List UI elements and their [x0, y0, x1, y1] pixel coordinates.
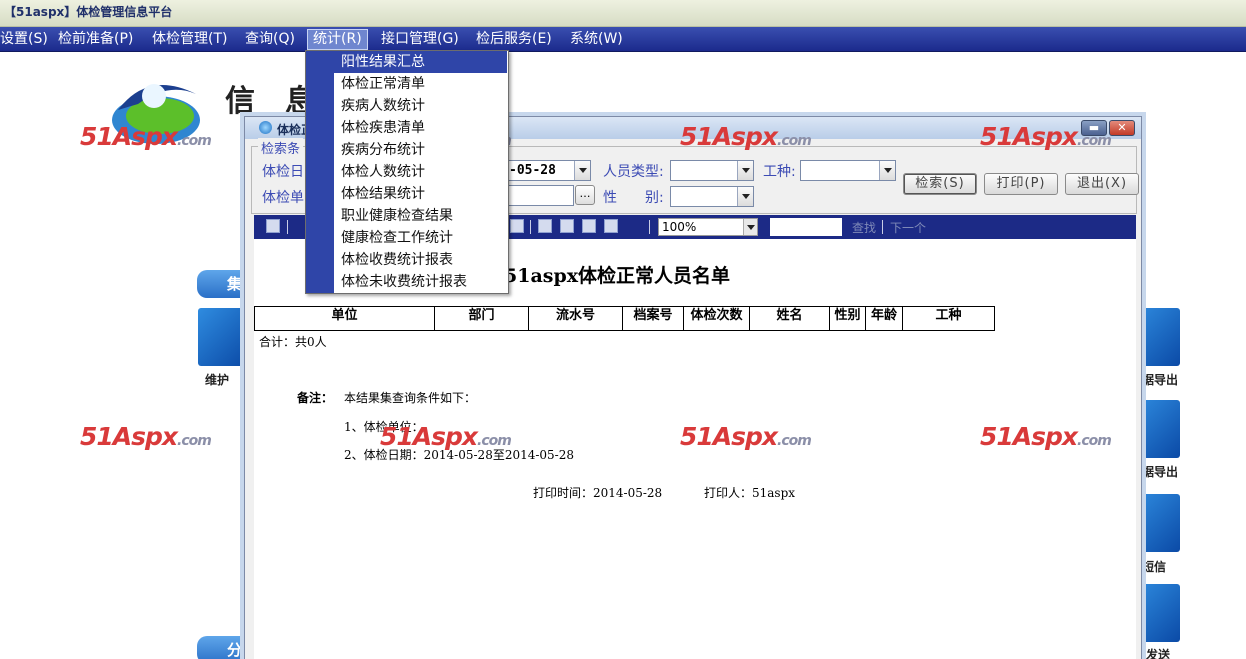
find-input[interactable]: [770, 218, 842, 236]
col-department: 部门: [435, 307, 529, 330]
gender-label: 性 别:: [603, 190, 664, 206]
bg-icon-label-2: 据导出: [1142, 373, 1179, 387]
menu-statistics[interactable]: 统计(R): [307, 29, 368, 50]
toolbar-separator: [287, 220, 288, 234]
app-title: 【51aspx】体检管理信息平台: [4, 5, 173, 19]
criteria-legend: 检索条: [258, 138, 304, 157]
menu-pre-exam[interactable]: 检前准备(P): [53, 29, 138, 50]
col-age: 年龄: [866, 307, 903, 330]
col-file-no: 档案号: [623, 307, 684, 330]
menu-item-exam-result-stats[interactable]: 体检结果统计: [307, 183, 507, 205]
job-type-select[interactable]: [800, 160, 896, 181]
col-gender: 性别: [830, 307, 866, 330]
report-note-text: 本结果集查询条件如下：: [344, 391, 477, 405]
menu-exam-management[interactable]: 体检管理(T): [147, 29, 232, 50]
exam-date-end-picker[interactable]: -05-28: [504, 160, 591, 181]
exam-unit-field[interactable]: [504, 185, 574, 206]
zoom-select[interactable]: 100%: [658, 218, 758, 236]
app-title-bar: 【51aspx】体检管理信息平台: [0, 0, 1246, 27]
col-job-type: 工种: [935, 308, 962, 323]
maintenance-icon[interactable]: [198, 308, 246, 366]
toolbar-separator: [882, 220, 883, 234]
exam-unit-label: 体检单: [262, 190, 304, 206]
bg-tab-2[interactable]: 分: [197, 636, 247, 659]
bg-icon-label-1: 维护: [205, 373, 230, 387]
report-tree-icon[interactable]: [266, 219, 280, 233]
menu-item-disease-list[interactable]: 体检疾患清单: [307, 117, 507, 139]
menu-item-positive-results-summary[interactable]: 阳性结果汇总: [307, 51, 507, 73]
refresh-icon[interactable]: [510, 219, 524, 233]
col-serial-no: 流水号: [529, 307, 623, 330]
bg-icon-label-5: 发送: [1146, 648, 1171, 659]
zoom-value: 100%: [662, 220, 697, 234]
watermark: 51Aspx.com: [80, 122, 212, 151]
page-setup-icon[interactable]: [560, 219, 574, 233]
close-button[interactable]: ✕: [1109, 120, 1135, 136]
watermark: 51Aspx.com: [980, 422, 1112, 451]
unit-browse-button[interactable]: …: [575, 185, 595, 205]
person-type-select[interactable]: [670, 160, 754, 181]
search-button[interactable]: 检索(S): [903, 173, 977, 195]
toolbar-separator: [649, 220, 650, 234]
gender-select[interactable]: [670, 186, 754, 207]
report-note-label: 备注：: [297, 391, 334, 405]
exam-date-end-value: -05-28: [509, 163, 556, 178]
menu-item-exam-count-stats[interactable]: 体检人数统计: [307, 161, 507, 183]
job-type-label: 工种:: [763, 164, 796, 180]
bg-tab-1[interactable]: 集: [197, 270, 247, 298]
watermark: 51Aspx.com: [380, 422, 512, 451]
window-icon: [259, 121, 272, 134]
bg-icon-label-4: 短信: [1142, 560, 1167, 574]
report-printer: 打印人：51aspx: [704, 486, 796, 500]
report-title: 51aspx体检正常人员名单: [504, 265, 731, 287]
menu-bar: 设置(S) 检前准备(P) 体检管理(T) 查询(Q) 统计(R) 接口管理(G…: [0, 27, 1246, 52]
chevron-down-icon[interactable]: [743, 219, 757, 235]
menu-item-disease-count-stats[interactable]: 疾病人数统计: [307, 95, 507, 117]
watermark: 51Aspx.com: [80, 422, 212, 451]
toolbar-separator: [530, 220, 531, 234]
chevron-down-icon[interactable]: [574, 161, 590, 180]
menu-item-disease-distribution[interactable]: 疾病分布统计: [307, 139, 507, 161]
watermark: 51Aspx.com: [980, 122, 1112, 151]
statistics-dropdown-menu: 阳性结果汇总 体检正常清单 疾病人数统计 体检疾患清单 疾病分布统计 体检人数统…: [305, 50, 509, 294]
chevron-down-icon[interactable]: [737, 187, 753, 206]
person-type-label: 人员类型:: [603, 164, 664, 180]
copy-icon[interactable]: [582, 219, 596, 233]
export-icon[interactable]: [604, 219, 618, 233]
menu-query[interactable]: 查询(Q): [240, 29, 300, 50]
col-name: 姓名: [750, 307, 830, 330]
watermark: 51Aspx.com: [680, 422, 812, 451]
menu-item-normal-exam-list[interactable]: 体检正常清单: [307, 73, 507, 95]
bg-icon-label-3: 据导出: [1142, 465, 1179, 479]
menu-item-fee-report[interactable]: 体检收费统计报表: [307, 249, 507, 271]
exam-date-label: 体检日: [262, 164, 304, 180]
menu-post-exam-service[interactable]: 检后服务(E): [471, 29, 557, 50]
find-link[interactable]: 查找: [852, 219, 876, 236]
chevron-down-icon[interactable]: [879, 161, 895, 180]
exit-button[interactable]: 退出(X): [1065, 173, 1139, 195]
chevron-down-icon[interactable]: [737, 161, 753, 180]
print-button[interactable]: 打印(P): [984, 173, 1058, 195]
menu-item-health-exam-work-stats[interactable]: 健康检查工作统计: [307, 227, 507, 249]
col-unit: 单位: [255, 307, 435, 330]
find-next-link[interactable]: 下一个: [890, 219, 926, 236]
menu-item-occupational-health-results[interactable]: 职业健康检查结果: [307, 205, 507, 227]
print-icon[interactable]: [538, 219, 552, 233]
report-total: 合计：共0人: [259, 335, 327, 349]
report-print-time: 打印时间：2014-05-28: [533, 486, 663, 500]
watermark: 51Aspx.com: [680, 122, 812, 151]
col-exam-count: 体检次数: [684, 307, 750, 330]
bg-title-char-1: 信: [225, 84, 255, 119]
menu-interface-management[interactable]: 接口管理(G): [376, 29, 464, 50]
report-table-header: 单位 部门 流水号 档案号 体检次数 姓名 性别 年龄 工种: [254, 306, 995, 331]
menu-settings[interactable]: 设置(S): [0, 29, 53, 50]
menu-item-unpaid-fee-report[interactable]: 体检未收费统计报表: [307, 271, 507, 293]
menu-system[interactable]: 系统(W): [565, 29, 628, 50]
